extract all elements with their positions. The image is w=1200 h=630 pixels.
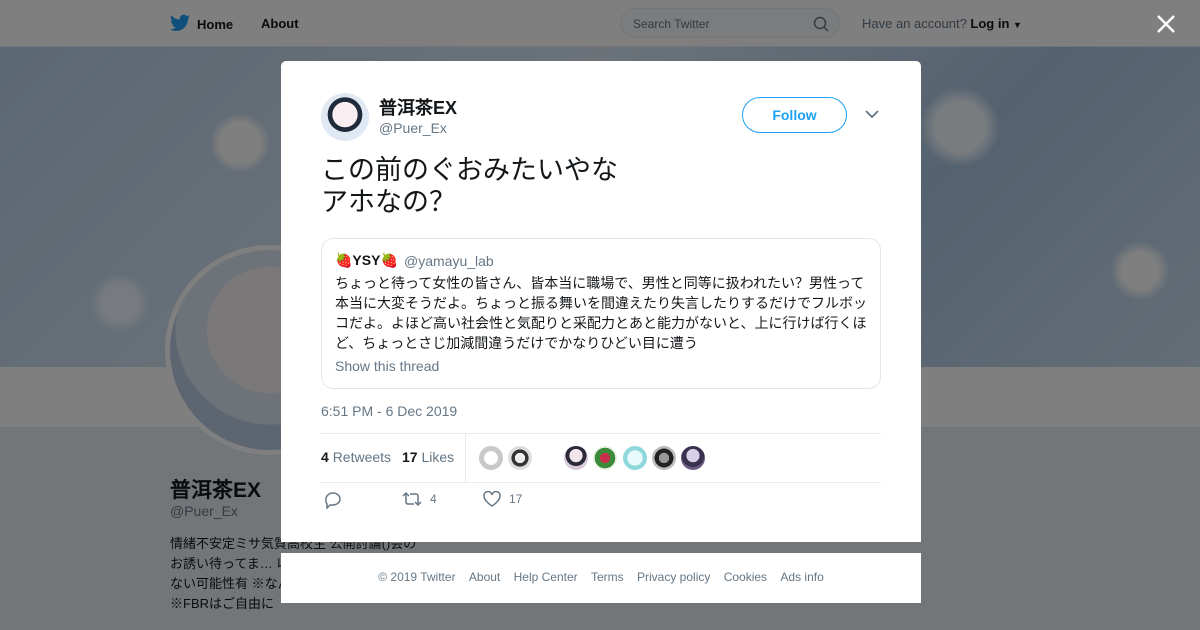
reply-button[interactable] (324, 491, 342, 509)
likes-label: Likes (421, 449, 455, 465)
footer-link-help-center[interactable]: Help Center (514, 570, 578, 584)
quoted-author-handle: @yamayu_lab (404, 253, 494, 269)
follow-button[interactable]: Follow (742, 97, 847, 133)
quoted-author-name: 🍓YSY🍓 (335, 252, 398, 268)
retweets-count: 4 (321, 449, 329, 465)
author-avatar[interactable] (321, 93, 369, 141)
author-name[interactable]: 普洱茶EX (379, 94, 457, 120)
show-thread-link[interactable]: Show this thread (335, 358, 439, 374)
retweets-stat[interactable]: 4 Retweets (321, 449, 391, 465)
retweet-icon (402, 491, 422, 507)
footer-link-terms[interactable]: Terms (591, 570, 624, 584)
like-button[interactable]: 17 (483, 491, 522, 507)
tweet-stats: 4 Retweets 17 Likes (321, 433, 881, 483)
liker-avatar[interactable] (564, 446, 588, 470)
tweet-timestamp[interactable]: 6:51 PM - 6 Dec 2019 (321, 403, 457, 419)
quoted-tweet[interactable]: 🍓YSY🍓 @yamayu_lab ちょっと待って女性の皆さん、皆本当に職場で、… (321, 238, 881, 389)
stats-divider (465, 434, 466, 482)
quoted-tweet-text: ちょっと待って女性の皆さん、皆本当に職場で、男性と同等に扱われたい？男性って本当… (335, 275, 867, 351)
tweet-actions: 4 17 (321, 491, 881, 515)
likes-stat[interactable]: 17 Likes (402, 449, 454, 465)
tweet-modal: 普洱茶EX @Puer_Ex Follow この前のぐおみたいやな アホなの？ … (281, 61, 921, 542)
likes-count: 17 (402, 449, 418, 465)
footer-links: © 2019 Twitter About Help Center Terms P… (281, 570, 921, 584)
retweet-count: 4 (430, 492, 437, 506)
tweet-text: この前のぐおみたいやな アホなの？ (321, 155, 618, 217)
footer-link-privacy[interactable]: Privacy policy (637, 570, 710, 584)
reply-icon (325, 492, 341, 509)
retweet-button[interactable]: 4 (402, 491, 437, 507)
footer-link-about[interactable]: About (469, 570, 500, 584)
liker-avatar[interactable] (623, 446, 647, 470)
heart-icon (483, 491, 501, 507)
footer-link-copyright[interactable]: © 2019 Twitter (378, 570, 455, 584)
liker-avatar[interactable] (652, 446, 676, 470)
retweets-label: Retweets (332, 449, 392, 465)
chevron-down-icon[interactable] (865, 109, 879, 119)
modal-footer: © 2019 Twitter About Help Center Terms P… (281, 553, 921, 603)
footer-link-cookies[interactable]: Cookies (724, 570, 767, 584)
liker-avatar[interactable] (508, 446, 532, 470)
author-handle[interactable]: @Puer_Ex (379, 120, 447, 136)
liker-avatar[interactable] (681, 446, 705, 470)
liker-avatar[interactable] (593, 446, 617, 470)
like-count: 17 (509, 492, 523, 506)
liker-avatar[interactable] (479, 446, 503, 470)
footer-link-ads-info[interactable]: Ads info (780, 570, 823, 584)
close-icon[interactable] (1154, 12, 1178, 36)
